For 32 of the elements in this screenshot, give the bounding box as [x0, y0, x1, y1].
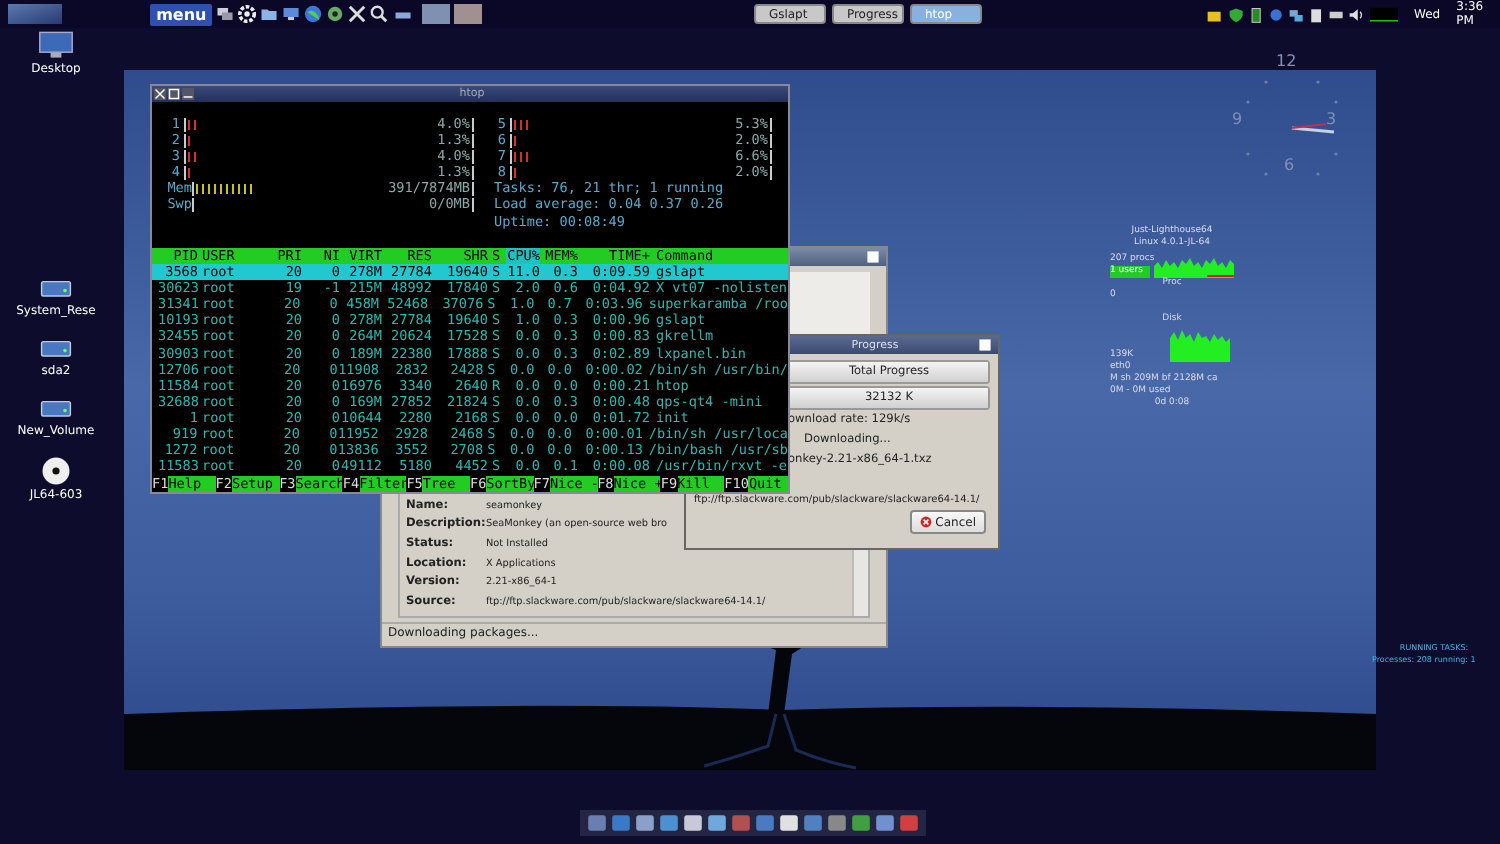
minimize-icon[interactable]: [182, 88, 194, 100]
clock-numeral: 6: [1284, 156, 1295, 174]
app-launcher-icon[interactable]: [706, 812, 728, 834]
cpu-graph-icon[interactable]: [1369, 5, 1399, 23]
battery-icon[interactable]: [1247, 5, 1264, 23]
monitor-icon[interactable]: [282, 4, 301, 24]
cancel-icon: [919, 516, 932, 528]
monitor-icon[interactable]: [38, 30, 74, 60]
folder-icon[interactable]: [260, 4, 279, 24]
clock-numeral: 9: [1232, 110, 1243, 128]
app-launcher-icon[interactable]: [634, 812, 656, 834]
disk-graph: [1170, 326, 1230, 362]
clock-numeral: 3: [1326, 110, 1337, 128]
maximize-icon[interactable]: [168, 88, 180, 100]
shield-icon[interactable]: [1227, 5, 1244, 23]
windows-icon[interactable]: [216, 4, 235, 24]
app-launcher-icon[interactable]: [778, 812, 800, 834]
close-icon[interactable]: [154, 88, 166, 100]
app-launcher-icon[interactable]: [874, 812, 896, 834]
menu-button[interactable]: menu: [150, 3, 213, 25]
workspace-pager[interactable]: [453, 4, 483, 24]
workspace-pager[interactable]: [421, 4, 450, 24]
gear-icon[interactable]: [326, 4, 345, 24]
app-launcher-icon[interactable]: [682, 812, 704, 834]
search-icon[interactable]: [370, 4, 389, 24]
speaker-icon[interactable]: [1348, 5, 1366, 23]
clock-numeral: 12: [1276, 52, 1297, 70]
window-menu-icon[interactable]: [866, 250, 880, 264]
window-menu-icon[interactable]: [978, 338, 992, 352]
disc-icon[interactable]: [38, 456, 74, 486]
gear-icon[interactable]: [238, 4, 257, 24]
network-icon[interactable]: [1288, 5, 1305, 23]
